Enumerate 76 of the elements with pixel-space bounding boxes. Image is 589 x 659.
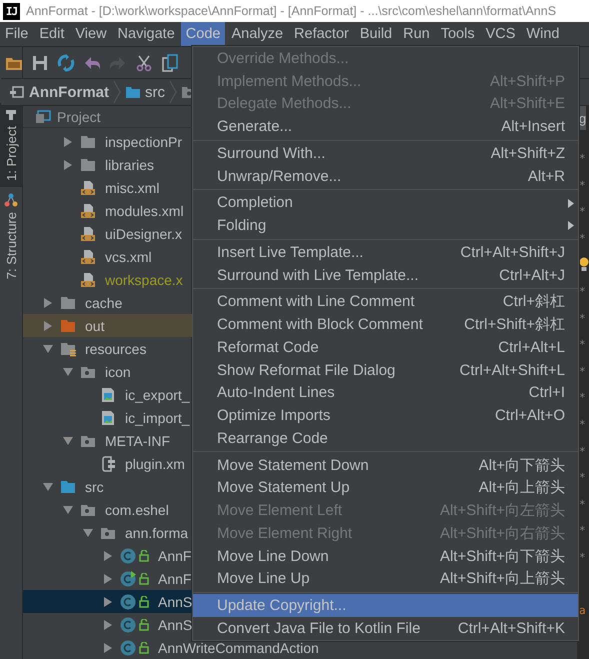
tree-item[interactable]: AnnS [23,590,192,613]
menu-item[interactable]: Surround With... Alt+Shift+Z [193,142,578,165]
menu-item[interactable]: Refactor [289,22,354,46]
tree-item[interactable]: AnnF [23,567,192,590]
code-line: * [579,416,586,433]
tree-item[interactable]: META-INF [23,429,192,452]
code-line: * [579,178,586,194]
tree-item[interactable]: modules.xml [23,199,192,222]
menu-item[interactable]: VCS [480,22,520,46]
code-line: * [579,470,586,486]
tree-item[interactable]: com.eshel [23,498,192,521]
tree-item[interactable]: resources [23,337,192,360]
code-line: * [579,550,586,566]
menu-item[interactable]: Reformat Code Ctrl+Alt+L [193,336,578,359]
menu-item[interactable]: Completion [193,192,578,214]
menu-item[interactable]: Wind [521,22,564,46]
tree-item[interactable]: misc.xml [23,176,192,199]
window-title: AnnFormat - [D:\work\workspace\AnnFormat] - [AnnFormat] - ...\src\com\eshel\ann\format\AnnS [26,4,556,18]
code-line: * [579,444,586,460]
menu-item[interactable]: Show Reformat File Dialog Ctrl+Alt+Shift+L [193,358,578,382]
app-logo: IJ [3,2,20,20]
code-line: * [579,523,586,540]
menu-item[interactable]: Navigate [112,22,180,46]
menu-item[interactable]: Unwrap/Remove... Alt+R [193,164,578,188]
breadcrumb-item[interactable]: AnnFormat [29,84,109,100]
code-line: * [579,151,586,167]
tree-item[interactable]: src [23,475,192,498]
menu-item[interactable]: Comment with Line Comment Ctrl+斜杠 [193,290,578,314]
tree-item[interactable]: AnnS [23,613,192,636]
tree-item[interactable]: inspectionPr [23,130,192,153]
code-line: * [579,310,586,327]
panel-title: Project [57,108,101,124]
menu-item[interactable]: View [70,22,112,46]
tree-item[interactable]: ann.forma [23,521,192,544]
menu-item[interactable]: Move Line Up Alt+Shift+向上箭头 [193,568,578,590]
code-line: * [579,496,586,513]
menu-item[interactable]: Comment with Block Comment Ctrl+Shift+斜杠 [193,313,578,336]
menu-item[interactable]: Tools [436,22,480,46]
tree-item[interactable]: icon [23,360,192,383]
menu-item[interactable]: Optimize Imports Ctrl+Alt+O [193,404,578,427]
tree-item[interactable]: workspace.x [23,268,192,291]
tree-item[interactable]: out [23,314,192,337]
menu-item[interactable]: Analyze [226,22,288,46]
menu-item[interactable]: Update Copyright... [193,594,578,617]
menu-item[interactable]: Auto-Indent Lines Ctrl+I [193,382,578,404]
code-line: * [579,284,586,300]
side-tab[interactable]: 1: Project [0,103,22,187]
menu-item[interactable]: Move Statement Up Alt+向上箭头 [193,476,578,500]
side-tab[interactable]: 7: Structure [0,186,22,286]
tree-item[interactable]: AnnF [23,544,192,567]
tree-item[interactable]: libraries [23,153,192,176]
code-line: * [579,230,586,247]
menu-item[interactable]: Run [398,22,435,46]
menu-item[interactable]: Folding [193,214,578,237]
code-line: * [579,337,586,354]
menu-item[interactable]: Surround with Live Template... Ctrl+Alt+J [193,264,578,286]
tree-item[interactable]: plugin.xm [23,452,192,475]
code-line: a [579,603,586,620]
code-line: * [579,390,586,406]
menu-item[interactable]: Move Statement Down Alt+向下箭头 [193,454,578,476]
menu-item[interactable]: Generate... Alt+Insert [193,115,578,138]
code-line: * [579,204,586,220]
menu-item[interactable]: Code [180,22,226,46]
menu-item[interactable]: Move Line Down Alt+Shift+向下箭头 [193,544,578,568]
tree-item[interactable]: uiDesigner.x [23,222,192,245]
tree-item[interactable]: cache [23,291,192,314]
breadcrumb-item[interactable]: src [145,84,165,100]
menu-item[interactable]: Rearrange Code [193,427,578,450]
tree-item[interactable]: ic_export_ [23,383,192,406]
menu-item[interactable]: Edit [34,22,70,46]
tree-item[interactable]: vcs.xml [23,245,192,268]
menu-item[interactable]: Insert Live Template... Ctrl+Alt+Shift+J [193,241,578,264]
tree-item[interactable]: ic_import_ [23,406,192,429]
code-line: * [579,364,586,380]
menu-item[interactable]: File [0,22,34,46]
menu-item[interactable]: Build [354,22,398,46]
